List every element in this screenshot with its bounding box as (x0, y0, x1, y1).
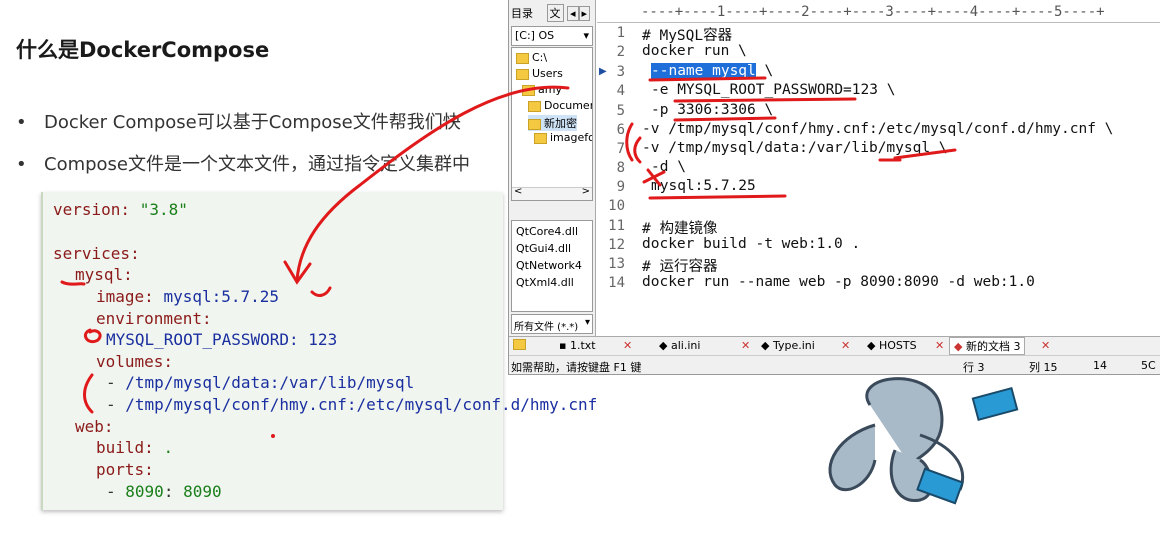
file-item[interactable]: QtXml4.dll (516, 276, 574, 289)
tree-item[interactable]: Document (528, 99, 592, 112)
file-item[interactable]: QtNetwork4 (516, 259, 582, 272)
tab-close-icon[interactable]: ✕ (741, 339, 750, 352)
editor-line[interactable]: mysql:5.7.25 (651, 178, 756, 194)
directory-tab[interactable]: 目录 文 ◂ ▸ (511, 4, 591, 22)
line-number: 7 (616, 141, 625, 157)
file-list[interactable]: QtCore4.dll QtGui4.dll QtNetwork4 QtXml4… (511, 220, 593, 312)
line-number: 1 (616, 25, 625, 41)
line-number: 10 (608, 198, 625, 214)
editor-line[interactable]: -v /tmp/mysql/conf/hmy.cnf:/etc/mysql/co… (642, 121, 1113, 137)
line-number: 14 (608, 275, 625, 291)
folder-icon (516, 68, 529, 80)
line-number: 12 (608, 237, 625, 253)
line-number: 5 (616, 103, 625, 119)
folder-tree[interactable]: C:\ Users amy Document 新加密 imagefor <> (511, 47, 593, 201)
line-number: 11 (608, 218, 625, 234)
folder-icon (522, 84, 535, 96)
document-icon: ▪ (559, 339, 567, 352)
file-item[interactable]: QtCore4.dll (516, 225, 578, 238)
editor-line[interactable]: # MySQL容器 (642, 24, 732, 45)
drive-select[interactable]: [C:] OS ▾ (511, 26, 593, 46)
tree-item[interactable]: amy (522, 83, 562, 96)
chevron-down-icon: ▾ (583, 29, 589, 42)
status-number: 14 (1093, 359, 1107, 372)
tree-item[interactable]: C:\ (516, 51, 547, 64)
editor-line[interactable]: docker run \ (642, 43, 747, 59)
folder-icon (516, 52, 529, 64)
tree-item[interactable]: imagefor (534, 131, 592, 144)
tab-close-icon[interactable]: ✕ (623, 339, 632, 352)
horizontal-scrollbar[interactable]: < > (512, 186, 592, 200)
text-editor-window: 目录 文 ◂▸ [C:] OS ▾ C:\ Users amy Document… (508, 0, 1160, 375)
line-number: 9 (616, 179, 625, 195)
editor-line[interactable]: # 构建镜像 (642, 217, 717, 238)
current-line-marker-icon: ▶ (599, 66, 607, 77)
editor-line[interactable]: docker build -t web:1.0 . (642, 236, 860, 252)
tab-new-document-3[interactable]: ◆ 新的文档 3 (949, 337, 1026, 355)
bullet-item: • Docker Compose可以基于Compose文件帮我们快 (16, 112, 461, 133)
line-number: 8 (616, 160, 625, 176)
status-row: 行 3 (963, 361, 985, 374)
document-icon: ◆ (659, 339, 668, 352)
editor-line[interactable]: -p 3306:3306 \ (651, 102, 773, 118)
document-icon: ◆ (867, 339, 876, 352)
folder-icon (528, 100, 541, 112)
slide-title: 什么是DockerCompose (16, 38, 270, 62)
status-bar: 如需帮助，请按键盘 F1 键 行 3 列 15 14 5C (509, 355, 1160, 374)
tab-close-icon[interactable]: ✕ (935, 339, 944, 352)
folder-icon (534, 132, 547, 144)
document-tabbar: ▪ 1.txt ✕ ◆ ali.ini ✕ ◆ Type.ini ✕ ◆ HOS… (509, 336, 1160, 355)
selected-text: --name mysql (651, 63, 756, 79)
line-number: 4 (616, 83, 625, 99)
line-number: 13 (608, 256, 625, 272)
file-item[interactable]: QtGui4.dll (516, 242, 571, 255)
tab-close-icon[interactable]: ✕ (841, 339, 850, 352)
compose-code-block: version: "3.8" services: mysql: image: m… (41, 192, 597, 510)
folder-icon[interactable] (513, 339, 526, 350)
column-ruler: ----+----1----+----2----+----3----+----4… (597, 0, 1160, 23)
bullet-item: • Compose文件是一个文本文件，通过指令定义集群中 (16, 154, 471, 175)
editor-line[interactable]: -e MYSQL_ROOT_PASSWORD=123 \ (651, 82, 895, 98)
scroll-right-icon[interactable]: ▸ (578, 6, 591, 21)
chevron-down-icon: ▾ (584, 317, 590, 328)
line-number: 6 (616, 122, 625, 138)
status-encoding: 5C (1141, 359, 1156, 372)
scroll-left-icon[interactable]: ◂ (567, 6, 579, 21)
editor-line[interactable]: -d \ (651, 159, 686, 175)
folder-icon (528, 118, 541, 130)
editor-line[interactable]: docker run --name web -p 8090:8090 -d we… (642, 274, 1035, 290)
editor-line[interactable]: -v /tmp/mysql/data:/var/lib/mysql \ (642, 140, 948, 156)
file-filter-select[interactable]: 所有文件 (*.*) ▾ (511, 314, 593, 334)
tree-item[interactable]: 新加密 (528, 115, 577, 131)
tab-1-txt[interactable]: ▪ 1.txt (559, 339, 596, 352)
tab-close-icon[interactable]: ✕ (1041, 339, 1050, 352)
status-help-text: 如需帮助，请按键盘 F1 键 (511, 361, 642, 374)
tab-ali-ini[interactable]: ◆ ali.ini (659, 339, 700, 352)
docker-compose-logo (828, 377, 1019, 505)
tab-hosts[interactable]: ◆ HOSTS (867, 339, 917, 352)
status-column: 列 15 (1029, 361, 1058, 374)
file-browser-panel: 目录 文 ◂▸ [C:] OS ▾ C:\ Users amy Document… (509, 0, 596, 336)
document-icon: ◆ (761, 339, 770, 352)
editor-line[interactable]: --name mysql \ (651, 63, 773, 79)
tab-type-ini[interactable]: ◆ Type.ini (761, 339, 815, 352)
tree-item[interactable]: Users (516, 67, 563, 80)
editor-line[interactable]: # 运行容器 (642, 255, 717, 276)
line-number: 2 (616, 44, 625, 60)
document-icon: ◆ (954, 340, 963, 353)
